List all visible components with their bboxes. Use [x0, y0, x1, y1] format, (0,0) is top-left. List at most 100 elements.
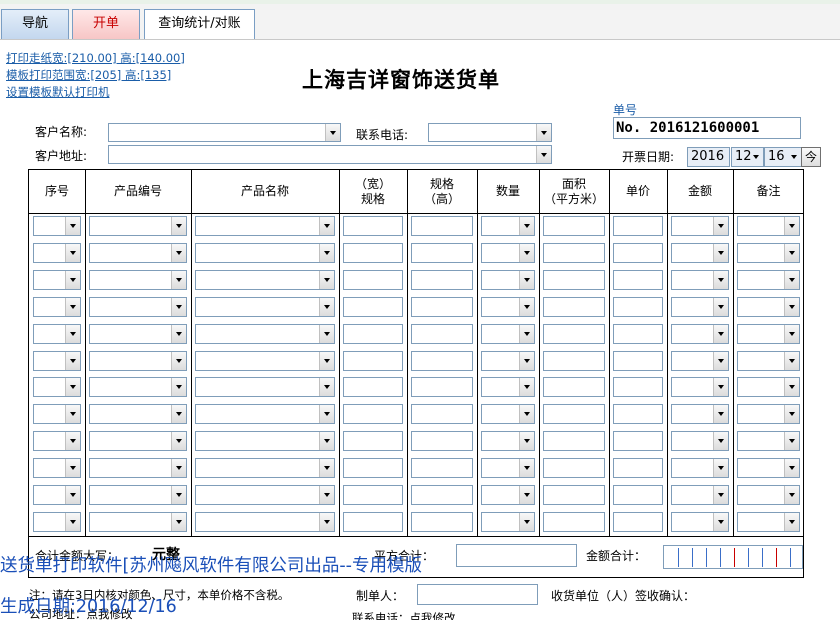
cell-amount[interactable] [671, 458, 729, 479]
tab-navigation[interactable]: 导航 [1, 9, 69, 39]
chevron-down-icon[interactable] [319, 459, 334, 478]
chevron-down-icon[interactable] [65, 243, 80, 262]
cell-product-code[interactable] [89, 323, 187, 344]
cell-seq[interactable] [33, 269, 81, 290]
chevron-down-icon[interactable] [65, 432, 80, 451]
cell-remark[interactable] [737, 458, 800, 479]
chevron-down-icon[interactable] [519, 324, 534, 343]
phone-combo[interactable] [428, 123, 552, 142]
chevron-down-icon[interactable] [171, 432, 186, 451]
chevron-down-icon[interactable] [171, 486, 186, 504]
chevron-down-icon[interactable] [519, 432, 534, 451]
chevron-down-icon[interactable] [713, 324, 728, 343]
chevron-down-icon[interactable] [325, 124, 340, 141]
chevron-down-icon[interactable] [784, 243, 799, 262]
cell-product-name[interactable] [195, 323, 335, 344]
cell-unit-price[interactable] [613, 269, 663, 290]
chevron-down-icon[interactable] [319, 378, 334, 397]
chevron-down-icon[interactable] [784, 351, 799, 370]
cell-width[interactable] [343, 458, 403, 479]
cell-remark[interactable] [737, 216, 800, 236]
cell-product-name[interactable] [195, 431, 335, 452]
cell-height[interactable] [411, 431, 473, 452]
chevron-down-icon[interactable] [519, 297, 534, 316]
date-year-select[interactable]: 2016 [687, 147, 730, 167]
cell-area[interactable] [543, 350, 605, 371]
cell-seq[interactable] [33, 511, 81, 532]
cell-seq[interactable] [33, 431, 81, 452]
cell-height[interactable] [411, 216, 473, 236]
chevron-down-icon[interactable] [171, 405, 186, 424]
cell-amount[interactable] [671, 216, 729, 236]
cell-height[interactable] [411, 269, 473, 290]
cell-product-code[interactable] [89, 377, 187, 398]
cell-amount[interactable] [671, 323, 729, 344]
chevron-down-icon[interactable] [319, 243, 334, 262]
chevron-down-icon[interactable] [784, 378, 799, 397]
cell-height[interactable] [411, 404, 473, 425]
chevron-down-icon[interactable] [784, 324, 799, 343]
chevron-down-icon[interactable] [319, 432, 334, 451]
chevron-down-icon[interactable] [713, 351, 728, 370]
cell-product-code[interactable] [89, 511, 187, 532]
cell-width[interactable] [343, 216, 403, 236]
cell-product-name[interactable] [195, 216, 335, 236]
chevron-down-icon[interactable] [65, 270, 80, 289]
address-combo[interactable] [108, 145, 552, 164]
cell-amount[interactable] [671, 404, 729, 425]
chevron-down-icon[interactable] [713, 486, 728, 504]
chevron-down-icon[interactable] [171, 217, 186, 235]
cell-quantity[interactable] [481, 296, 535, 317]
chevron-down-icon[interactable] [171, 297, 186, 316]
cell-amount[interactable] [671, 269, 729, 290]
tab-query-statistics[interactable]: 查询统计/对账 [144, 9, 255, 39]
chevron-down-icon[interactable] [171, 378, 186, 397]
chevron-down-icon[interactable] [171, 243, 186, 262]
cell-area[interactable] [543, 511, 605, 532]
chevron-down-icon[interactable] [784, 270, 799, 289]
cell-quantity[interactable] [481, 350, 535, 371]
chevron-down-icon[interactable] [713, 217, 728, 235]
cell-product-code[interactable] [89, 216, 187, 236]
chevron-down-icon[interactable] [319, 512, 334, 531]
cell-remark[interactable] [737, 269, 800, 290]
cell-product-name[interactable] [195, 511, 335, 532]
amount-total-field[interactable] [663, 545, 803, 569]
cell-seq[interactable] [33, 296, 81, 317]
cell-height[interactable] [411, 350, 473, 371]
chevron-down-icon[interactable] [784, 512, 799, 531]
cell-seq[interactable] [33, 242, 81, 263]
cell-height[interactable] [411, 377, 473, 398]
cell-product-name[interactable] [195, 485, 335, 505]
cell-quantity[interactable] [481, 242, 535, 263]
cell-quantity[interactable] [481, 323, 535, 344]
cell-product-code[interactable] [89, 458, 187, 479]
chevron-down-icon[interactable] [519, 243, 534, 262]
cell-unit-price[interactable] [613, 485, 663, 505]
cell-area[interactable] [543, 269, 605, 290]
chevron-down-icon[interactable] [519, 459, 534, 478]
cell-remark[interactable] [737, 242, 800, 263]
chevron-down-icon[interactable] [519, 270, 534, 289]
cell-seq[interactable] [33, 485, 81, 505]
tab-create-order[interactable]: 开单 [72, 9, 140, 39]
today-button[interactable]: 今 [801, 147, 821, 167]
chevron-down-icon[interactable] [784, 459, 799, 478]
cell-remark[interactable] [737, 511, 800, 532]
chevron-down-icon[interactable] [319, 351, 334, 370]
chevron-down-icon[interactable] [519, 486, 534, 504]
cell-area[interactable] [543, 458, 605, 479]
chevron-down-icon[interactable] [171, 351, 186, 370]
cell-product-name[interactable] [195, 350, 335, 371]
chevron-down-icon[interactable] [171, 459, 186, 478]
cell-unit-price[interactable] [613, 431, 663, 452]
cell-height[interactable] [411, 458, 473, 479]
cell-height[interactable] [411, 511, 473, 532]
cell-seq[interactable] [33, 216, 81, 236]
cell-width[interactable] [343, 296, 403, 317]
chevron-down-icon[interactable] [519, 512, 534, 531]
cell-product-code[interactable] [89, 296, 187, 317]
chevron-down-icon[interactable] [750, 148, 763, 166]
print-range-link[interactable]: 模板打印范围宽:[205] 高:[135] [6, 67, 171, 83]
cell-remark[interactable] [737, 377, 800, 398]
